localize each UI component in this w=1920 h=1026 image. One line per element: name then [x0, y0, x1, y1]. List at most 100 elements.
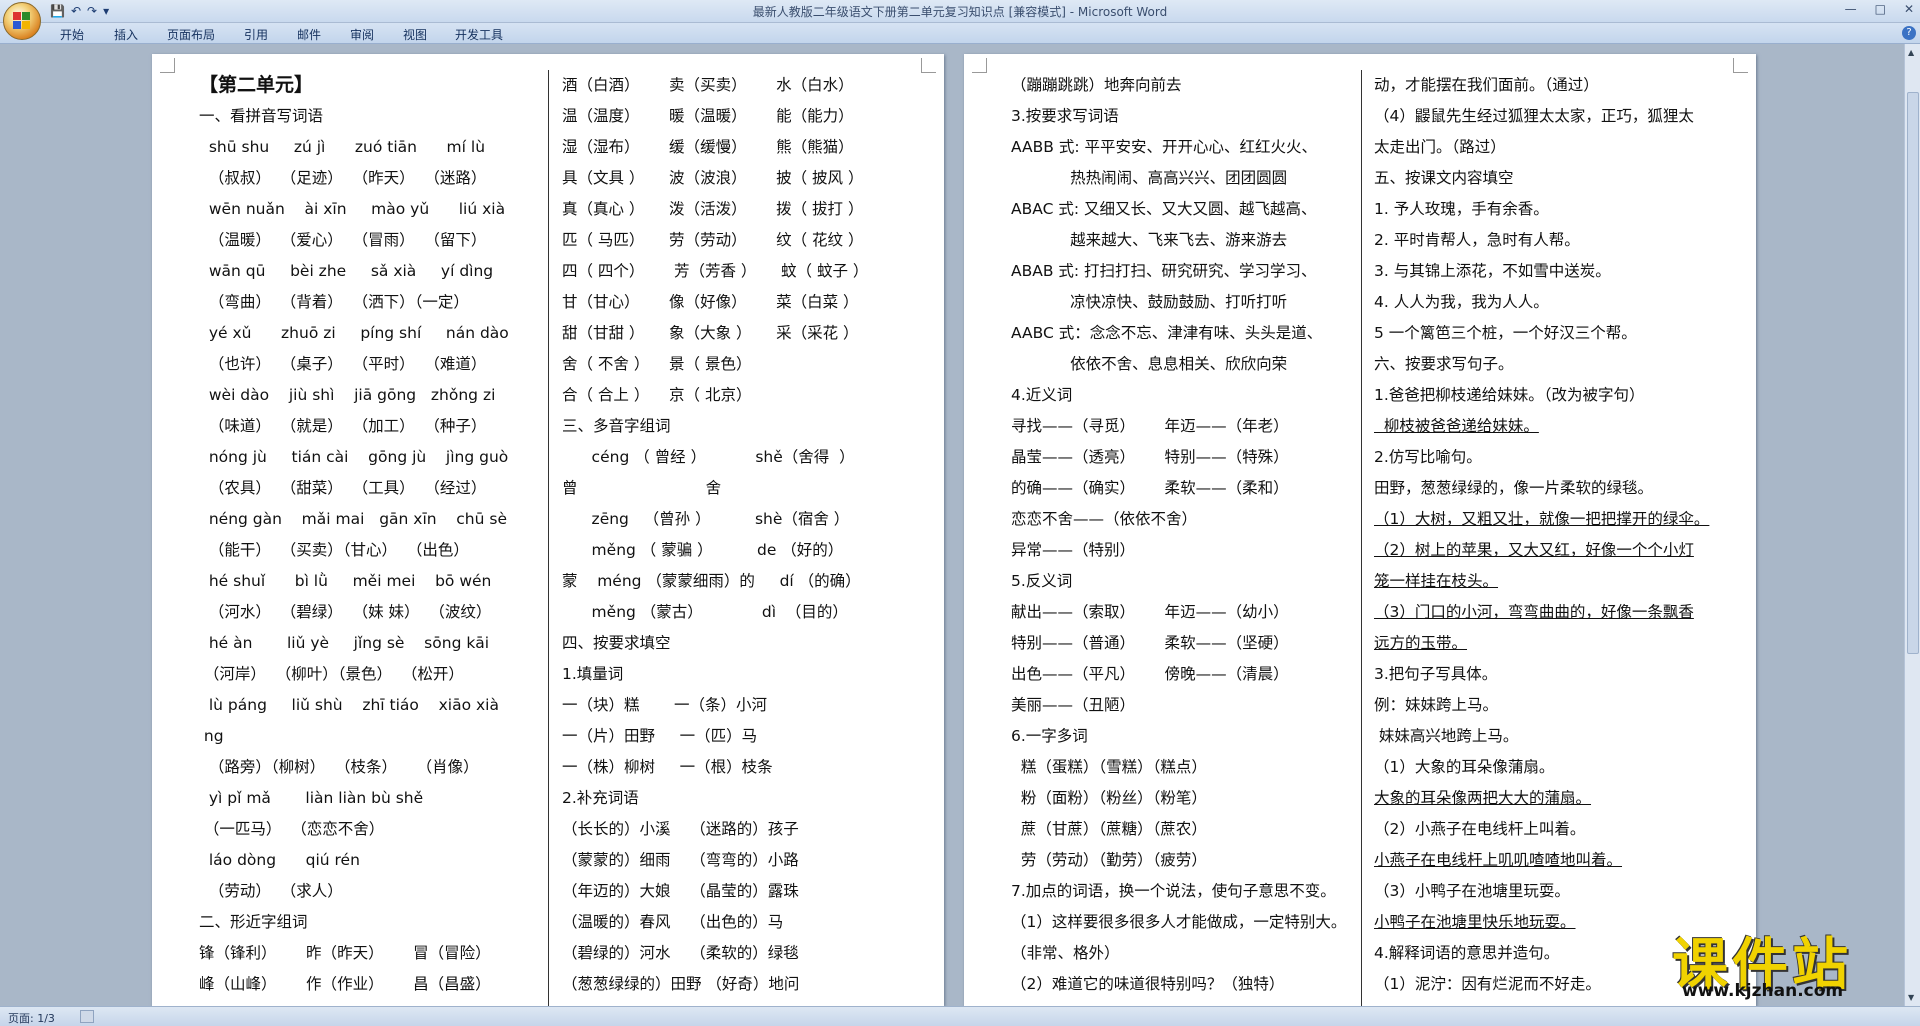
text-line: shū shu zú jì zuó tiān mí lù	[199, 138, 486, 156]
close-button[interactable]: ✕	[1904, 2, 1914, 16]
text-line: 例：妹妹跨上马。	[1374, 696, 1499, 714]
office-button[interactable]	[3, 2, 41, 40]
text-line: 二、形近字组词	[199, 913, 308, 931]
tab-review[interactable]: 审阅	[350, 26, 374, 43]
text-line: （长长的）小溪 （迷路的）孩子	[562, 820, 799, 838]
tab-mailings[interactable]: 邮件	[297, 26, 321, 43]
text-line: （也许） （桌子） （平时） （难道）	[199, 355, 487, 373]
text-line: 2.仿写比喻句。	[1374, 448, 1482, 466]
text-line: 蔗（甘蔗）（蔗糖）（蔗农）	[1011, 820, 1207, 838]
text-line: 五、按课文内容填空	[1374, 169, 1514, 187]
window-controls: — □ ✕	[1845, 2, 1914, 16]
text-line: 晶莹——（透亮） 特别——（特殊）	[1011, 448, 1289, 466]
help-icon[interactable]: ?	[1902, 26, 1916, 40]
text-line: 峰（山峰） 作（作业） 昌（昌盛）	[199, 975, 491, 993]
text-line: 四、按要求填空	[562, 634, 671, 652]
text-line: 四（ 四个） 芳（芳香 ） 蚊（ 蚊子 ）	[562, 262, 869, 280]
text-line: 太走出门。（路过）	[1374, 138, 1506, 156]
text-line: 笼一样挂在枝头。	[1374, 572, 1499, 590]
text-line: 凉快凉快、鼓励鼓励、打听打听	[1011, 293, 1288, 311]
tab-developer[interactable]: 开发工具	[455, 26, 503, 43]
text-line: 4.近义词	[1011, 386, 1073, 404]
window-title: 最新人教版二年级语文下册第二单元复习知识点 [兼容模式] - Microsoft…	[752, 5, 1168, 19]
text-line: 酒（白酒） 卖（买卖） 水（白水）	[562, 76, 854, 94]
document-page-2[interactable]: （蹦蹦跳跳）地奔向前去 3.按要求写词语 AABB 式: 平平安安、开开心心、红红火…	[964, 54, 1756, 1006]
text-line: （1）泥泞：因有烂泥而不好走。	[1374, 975, 1601, 993]
text-line: wèi dào jiù shì jiā gōng zhǒng zi	[199, 386, 496, 404]
text-line: （年迈的）大娘 （晶莹的）露珠	[562, 882, 799, 900]
tab-page-layout[interactable]: 页面布局	[167, 26, 215, 43]
text-line: yì pǐ mǎ liàn liàn bù shě	[199, 789, 424, 807]
text-line: wēn nuǎn ài xīn mào yǔ liú xià	[199, 200, 506, 218]
column-separator	[1361, 70, 1362, 1006]
text-line: 7.加点的词语，换一个说法，使句子意思不变。	[1011, 882, 1336, 900]
text-line: （葱葱绿绿的）田野 （好奇）地问	[562, 975, 800, 993]
text-line: （3）小鸭子在池塘里玩耍。	[1374, 882, 1570, 900]
text-line: yé xǔ zhuō zi píng shí nán dào	[199, 324, 509, 342]
text-line: （4）鼹鼠先生经过狐狸太太家，正巧，狐狸太	[1374, 107, 1694, 125]
text-line: 动，才能摆在我们面前。（通过）	[1374, 76, 1599, 94]
text-line: 3. 与其锦上添花，不如雪中送炭。	[1374, 262, 1611, 280]
text-line: měng （蒙古） dì （目的）	[562, 603, 848, 621]
scroll-down-icon[interactable]: ▼	[1908, 993, 1914, 1002]
text-line: 1. 予人玫瑰，手有余香。	[1374, 200, 1549, 218]
text-line: （农具） （甜菜） （工具） （经过）	[199, 479, 487, 497]
text-line: 6.一字多词	[1011, 727, 1088, 745]
text-line: 一（片）田野 一（匹）马	[562, 727, 758, 745]
status-bar: 页面: 1/3	[0, 1006, 1920, 1026]
ribbon-tabs: 开始 插入 页面布局 引用 邮件 审阅 视图 开发工具 ?	[0, 23, 1920, 44]
text-line: 劳（劳动）（勤劳）（疲劳）	[1011, 851, 1207, 869]
text-line: 1.爸爸把柳枝递给妹妹。（改为被字句）	[1374, 386, 1645, 404]
document-page-1[interactable]: 【第二单元】 一、看拼音写词语 shū shu zú jì zuó tiān mí…	[152, 54, 944, 1006]
text-line: （劳动） （求人）	[199, 882, 343, 900]
text-line: láo dòng qiú rén	[199, 851, 360, 869]
tab-view[interactable]: 视图	[403, 26, 427, 43]
text-line: 糕（蛋糕）（雪糕）（糕点）	[1011, 758, 1207, 776]
vertical-scrollbar[interactable]: ▲ ▼	[1904, 44, 1920, 1006]
text-line: （路旁）（柳树） （枝条） （肖像）	[199, 758, 479, 776]
text-line: 小鸭子在池塘里快乐地玩耍。	[1374, 913, 1576, 931]
text-line: 3.按要求写词语	[1011, 107, 1119, 125]
text-line: 2. 平时肯帮人，急时有人帮。	[1374, 231, 1580, 249]
scroll-up-icon[interactable]: ▲	[1908, 48, 1914, 57]
text-line: （河岸） （柳叶）（景色） （松开）	[199, 665, 464, 683]
text-line: 3.把句子写具体。	[1374, 665, 1498, 683]
tab-references[interactable]: 引用	[244, 26, 268, 43]
text-line: 蒙 méng （蒙蒙细雨）的 dí （的确）	[562, 572, 861, 590]
text-line: hé àn liǔ yè jǐng sè sōng kāi	[199, 634, 490, 652]
text-line: （能干） （买卖）（甘心） （出色）	[199, 541, 469, 559]
text-line: 越来越大、飞来飞去、游来游去	[1011, 231, 1288, 249]
text-line: （叔叔） （足迹） （昨天） （迷路）	[199, 169, 487, 187]
text-line: 湿（湿布） 缓（缓慢） 熊（熊猫）	[562, 138, 854, 156]
text-line: （碧绿的）河水 （柔软的）绿毯	[562, 944, 799, 962]
text-line: 三、多音字组词	[562, 417, 671, 435]
page-corner-mark	[1733, 58, 1748, 73]
minimize-button[interactable]: —	[1845, 2, 1857, 16]
text-line: 寻找——（寻觅） 年迈——（年老）	[1011, 417, 1289, 435]
text-line: （一匹马） （恋恋不舍）	[199, 820, 385, 838]
maximize-button[interactable]: □	[1875, 2, 1886, 16]
text-line: 田野，葱葱绿绿的，像一片柔软的绿毯。	[1374, 479, 1654, 497]
page-corner-mark	[160, 58, 175, 73]
page-indicator[interactable]: 页面: 1/3	[8, 1010, 55, 1026]
text-line: 合（ 合上 ） 京（ 北京）	[562, 386, 752, 404]
text-line: （蒙蒙的）细雨 （弯弯的）小路	[562, 851, 799, 869]
text-line: 特别——（普通） 柔软——（坚硬）	[1011, 634, 1289, 652]
text-line: （1）这样要很多很多人才能做成，一定特别大。	[1011, 913, 1347, 931]
text-line: （温暖） （爱心） （冒雨） （留下）	[199, 231, 487, 249]
scroll-thumb[interactable]	[1907, 92, 1919, 654]
title-bar: 💾 ↶ ↷ ▾ 最新人教版二年级语文下册第二单元复习知识点 [兼容模式] - M…	[0, 0, 1920, 23]
text-line: 出色——（平凡） 傍晚——（清晨）	[1011, 665, 1289, 683]
text-line: 温（温度） 暖（温暖） 能（能力）	[562, 107, 854, 125]
text-line: 美丽——（丑陋）	[1011, 696, 1136, 714]
text-line: 六、按要求写句子。	[1374, 355, 1514, 373]
proofing-icon[interactable]	[80, 1010, 94, 1023]
text-line: 甜（甘甜 ） 象（大象 ） 采（采花 ）	[562, 324, 859, 342]
text-line: 一（株）柳树 一（根）枝条	[562, 758, 773, 776]
tab-home[interactable]: 开始	[60, 26, 84, 43]
tab-insert[interactable]: 插入	[114, 26, 138, 43]
text-line: 异常——（特别）	[1011, 541, 1136, 559]
watermark-url: www.kjzhan.com	[1682, 981, 1844, 1001]
text-line: 【第二单元】	[199, 74, 314, 96]
text-line: měng （ 蒙骗 ） de （好的）	[562, 541, 844, 559]
